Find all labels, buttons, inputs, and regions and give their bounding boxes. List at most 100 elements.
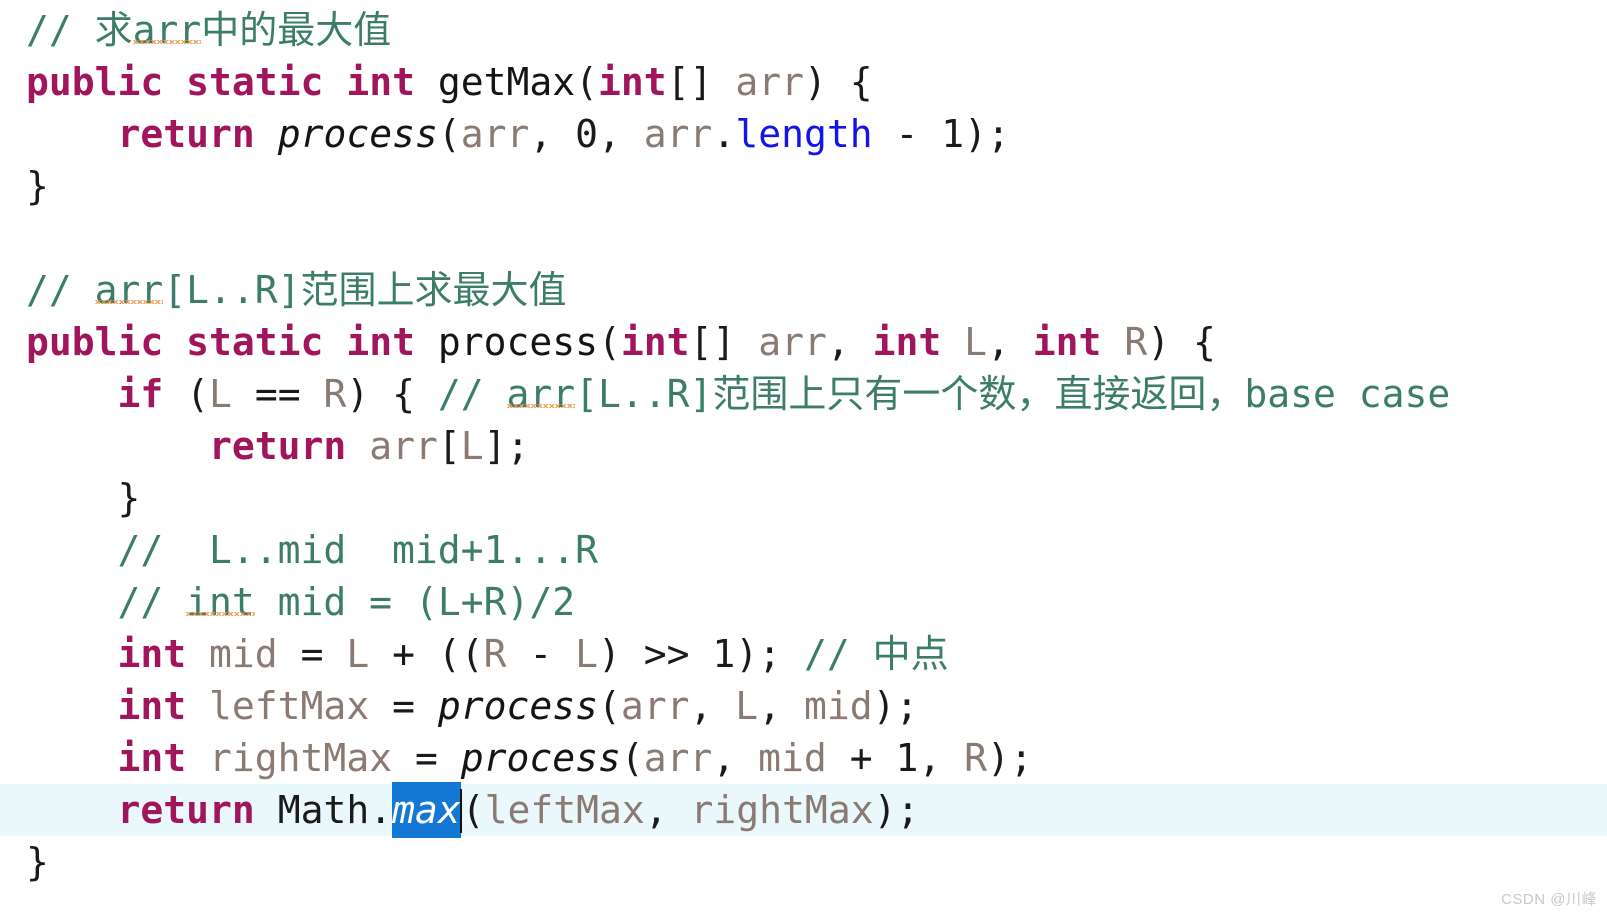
keyword-token: static [186,320,324,364]
code-token: = [392,736,461,780]
code-line[interactable]: } [0,160,1607,212]
code-line[interactable]: // 求arr中的最大值 [0,4,1607,56]
identifier-token: arr [643,112,713,156]
code-token: [] [689,320,759,364]
comment-token: [L..R]范围上只有一个数，直接返回，base case [575,372,1451,416]
code-line[interactable] [0,212,1607,264]
comment-token: arr [94,268,164,312]
identifier-token: L [575,632,599,676]
comment-token: [L..R]范围上求最大值 [163,268,567,312]
selected-token[interactable]: max [392,788,461,832]
code-token: ( [598,684,621,728]
code-line[interactable]: return Math.max(leftMax, rightMax); [0,784,1607,836]
code-token: Math [277,788,370,832]
code-line[interactable]: return arr[L]; [0,420,1607,472]
identifier-token: L [346,632,370,676]
identifier-token: mid [209,632,278,676]
identifier-token: L [735,684,759,728]
code-token: , [598,112,644,156]
code-line[interactable]: int leftMax = process(arr, L, mid); [0,680,1607,732]
code-token: ( [163,372,210,416]
keyword-token: int [346,60,415,104]
code-line[interactable]: return process(arr, 0, arr.length - 1); [0,108,1607,160]
identifier-token: arr [460,112,530,156]
code-token: ) { [346,372,438,416]
identifier-token: arr [735,60,804,104]
method-name-token: process [437,684,598,728]
code-token: ); [735,632,804,676]
keyword-token: int [117,684,187,728]
identifier-token: arr [620,684,690,728]
keyword-token: int [346,320,415,364]
code-token: - [872,112,942,156]
code-token: } [26,840,49,884]
code-line[interactable]: // int mid = (L+R)/2 [0,576,1607,628]
keyword-token: return [117,112,255,156]
keyword-token: int [117,736,187,780]
method-name-token: process [460,736,621,780]
code-token: . [369,788,393,832]
identifier-token: rightMax [209,736,393,780]
identifier-token: L [460,424,484,468]
code-token: ( [598,320,621,364]
identifier-token: R [323,372,347,416]
code-token: ( [620,736,644,780]
keyword-token: int [1032,320,1102,364]
code-lines[interactable]: // 求arr中的最大值 public static int getMax(int… [0,4,1607,888]
code-line[interactable]: // L..mid mid+1...R [0,524,1607,576]
code-token: , [529,112,576,156]
code-token: + [826,736,896,780]
code-line[interactable]: } [0,836,1607,888]
code-token: } [26,476,141,520]
identifier-token: leftMax [484,788,645,832]
code-token: ); [873,788,920,832]
code-line[interactable]: public static int process(int[] arr, int… [0,316,1607,368]
identifier-token: leftMax [209,684,370,728]
code-editor[interactable]: // 求arr中的最大值 public static int getMax(int… [0,0,1607,917]
method-name-token: process [277,112,438,156]
code-line[interactable]: int rightMax = process(arr, mid + 1, R); [0,732,1607,784]
code-token: , [712,736,759,780]
code-token: [] [666,60,736,104]
identifier-token: R [1124,320,1148,364]
identifier-token: L [209,372,232,416]
comment-token: int [186,580,255,624]
identifier-token: arr [758,320,827,364]
code-token: ) { [803,60,873,104]
code-token: 1 [712,632,736,676]
code-token: + (( [369,632,484,676]
code-line[interactable]: if (L == R) { // arr[L..R]范围上只有一个数，直接返回，… [0,368,1607,420]
keyword-token: int [598,60,667,104]
comment-token: 求 [94,8,133,52]
code-line[interactable]: public static int getMax(int[] arr) { [0,56,1607,108]
code-token: . [712,112,736,156]
code-token: ( [437,112,461,156]
code-token: } [26,164,49,208]
code-token: - [506,632,576,676]
identifier-token: arr [369,424,438,468]
keyword-token: static [186,60,324,104]
comment-token: // 中点 [803,632,949,676]
code-line[interactable]: int mid = L + ((R - L) >> 1); // 中点 [0,628,1607,680]
code-line[interactable]: // arr[L..R]范围上求最大值 [0,264,1607,316]
keyword-token: int [872,320,942,364]
code-token: [ [437,424,461,468]
code-token: , [758,684,804,728]
code-line[interactable]: } [0,472,1607,524]
code-token: ]; [483,424,530,468]
